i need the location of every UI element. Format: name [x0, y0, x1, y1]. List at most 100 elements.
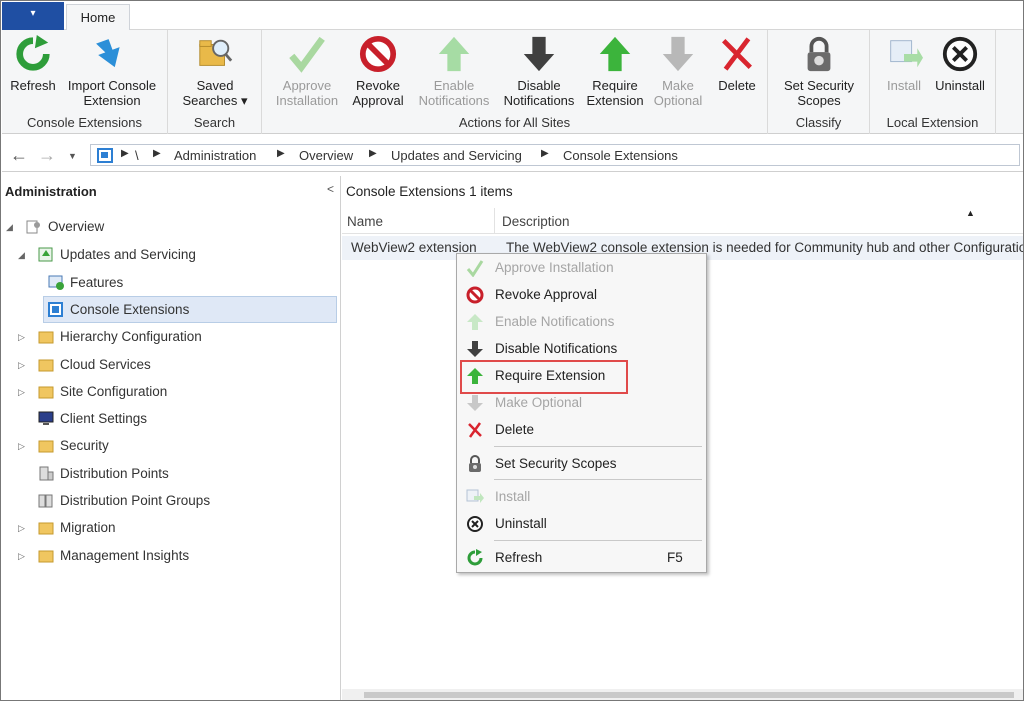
column-name[interactable]: Name [347, 214, 383, 229]
menu-item-delete[interactable]: Delete [457, 416, 706, 443]
collapsed-arrow-icon[interactable]: ▷ [18, 352, 30, 378]
enable-arrow-up-icon [438, 36, 470, 72]
approve-label-1: Approve [282, 78, 332, 93]
enable-notifications-button[interactable]: Enable Notifications [414, 34, 494, 108]
make-optional-button[interactable]: Make Optional [650, 34, 706, 108]
require-label-2: Extension [586, 93, 644, 108]
overview-icon [26, 220, 40, 234]
tree-label-features: Features [70, 275, 124, 290]
approve-installation-button[interactable]: Approve Installation [274, 34, 340, 108]
menu-divider [494, 540, 702, 541]
menu-item-install[interactable]: Install [457, 483, 706, 510]
disable-label-1: Disable [517, 78, 561, 93]
breadcrumb-root[interactable]: \ [135, 148, 139, 163]
import-label-1: Import Console [67, 78, 157, 93]
group-label-actions: Actions for All Sites [458, 115, 571, 130]
tree-label-overview: Overview [48, 219, 105, 234]
approve-label-2: Installation [275, 93, 339, 108]
collapsed-arrow-icon[interactable]: ▷ [18, 515, 30, 541]
uninstall-button[interactable]: Uninstall [930, 34, 990, 93]
history-dropdown-icon[interactable]: ▼ [68, 151, 77, 161]
install-label: Install [887, 78, 921, 93]
collapsed-arrow-icon[interactable]: ▷ [18, 379, 30, 405]
optional-arrow-down-icon [662, 36, 694, 72]
revoke-approval-button[interactable]: Revoke Approval [348, 34, 408, 108]
tab-home[interactable]: Home [66, 4, 130, 31]
breadcrumb-administration[interactable]: Administration [174, 148, 256, 163]
context-menu: Approve Installation Revoke Approval Ena… [456, 253, 707, 573]
menu-item-revoke-approval[interactable]: Revoke Approval [457, 281, 706, 308]
group-actions: Approve Installation Revoke Approval Ena… [262, 30, 768, 134]
app-menu-button[interactable]: ▾ [2, 2, 64, 30]
group-label-console-extensions: Console Extensions [27, 115, 142, 130]
sort-up-icon: ▲ [966, 208, 975, 218]
menu-item-uninstall[interactable]: Uninstall [457, 510, 706, 537]
tree-label-client-settings: Client Settings [60, 411, 148, 426]
collapsed-arrow-icon[interactable]: ▷ [18, 543, 30, 569]
address-bar: ← → ▼ ▶ \ ▶ Administration ▶ Overview ▶ … [2, 138, 1023, 172]
collapsed-arrow-icon[interactable]: ▷ [18, 433, 30, 459]
breadcrumb-overview[interactable]: Overview [299, 148, 353, 163]
breadcrumb-console-extensions[interactable]: Console Extensions [563, 148, 678, 163]
monitor-icon [38, 411, 54, 425]
install-icon [890, 40, 923, 68]
back-arrow-icon[interactable]: ← [10, 145, 28, 166]
folder-icon [38, 550, 54, 563]
enable-label-2: Notifications [418, 93, 490, 108]
uninstall-label: Uninstall [935, 78, 985, 93]
column-header-row: Name Description ▲ [342, 208, 1023, 234]
tree-label-hierarchy: Hierarchy Configuration [60, 329, 202, 344]
refresh-icon [467, 549, 483, 566]
refresh-button[interactable]: Refresh [8, 34, 58, 93]
import-console-extension-button[interactable]: Import Console Extension [62, 34, 162, 108]
navigation-title: Administration [5, 184, 97, 199]
folder-icon [38, 522, 54, 535]
delete-label: Delete [718, 78, 756, 93]
saved-searches-button[interactable]: Saved Searches ▾ [178, 34, 252, 108]
menu-item-set-security-scopes[interactable]: Set Security Scopes [457, 450, 706, 477]
menu-item-refresh[interactable]: Refresh F5 [457, 544, 706, 571]
horizontal-scrollbar[interactable] [342, 689, 1023, 700]
delete-x-icon [468, 422, 482, 438]
collapse-pane-button[interactable]: < [327, 182, 334, 196]
menu-shortcut: F5 [667, 550, 683, 565]
saved-searches-icon [199, 39, 233, 66]
forward-arrow-icon[interactable]: → [38, 145, 56, 166]
menu-item-approve-installation[interactable]: Approve Installation [457, 254, 706, 281]
delete-x-icon [722, 37, 752, 71]
menu-item-enable-notifications[interactable]: Enable Notifications [457, 308, 706, 335]
optional-label-2: Optional [653, 93, 703, 108]
features-icon [48, 275, 64, 290]
padlock-icon [807, 36, 831, 72]
checkmark-icon [289, 36, 325, 73]
column-description[interactable]: Description [502, 214, 570, 229]
import-label-2: Extension [83, 93, 141, 108]
scrollbar-thumb[interactable] [364, 692, 1014, 698]
breadcrumb-sep-icon: ▶ [153, 148, 161, 159]
set-security-scopes-button[interactable]: Set Security Scopes [776, 34, 862, 108]
annotation-highlight-box [460, 360, 628, 394]
require-extension-button[interactable]: Require Extension [584, 34, 646, 108]
expanded-arrow-icon[interactable]: ◢ [6, 214, 18, 240]
optional-label-1: Make [662, 78, 694, 93]
collapsed-arrow-icon[interactable]: ▷ [18, 324, 30, 350]
folder-icon [38, 386, 54, 399]
app-window: ▾ Home Refresh Import Console Extension … [0, 0, 1024, 701]
folder-icon [38, 359, 54, 372]
navigation-pane: Administration < ◢ Overview ◢ Updates an… [2, 176, 341, 700]
install-button[interactable]: Install [882, 34, 926, 93]
breadcrumb: ▶ \ ▶ Administration ▶ Overview ▶ Update… [90, 144, 1020, 166]
revoke-label-2: Approval [352, 93, 404, 108]
menu-label: Set Security Scopes [495, 456, 617, 471]
disable-notifications-button[interactable]: Disable Notifications [498, 34, 580, 108]
group-search: Saved Searches ▾ Search [168, 30, 262, 134]
breadcrumb-updates-and-servicing[interactable]: Updates and Servicing [391, 148, 522, 163]
server-group-icon [38, 494, 53, 508]
menu-item-disable-notifications[interactable]: Disable Notifications [457, 335, 706, 362]
expanded-arrow-icon[interactable]: ◢ [18, 242, 30, 268]
revoke-label-1: Revoke [355, 78, 401, 93]
ribbon: Refresh Import Console Extension Console… [2, 30, 1023, 134]
column-separator[interactable] [494, 208, 495, 234]
delete-button[interactable]: Delete [712, 34, 762, 93]
tree-label-management-insights: Management Insights [60, 548, 190, 563]
